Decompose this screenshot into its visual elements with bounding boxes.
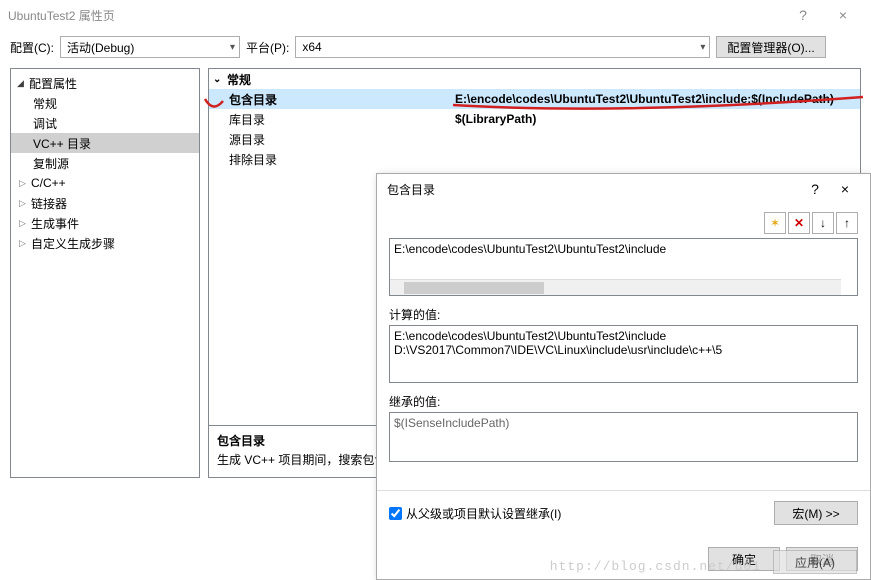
- config-combo[interactable]: 活动(Debug) ▾: [60, 36, 240, 58]
- new-folder-icon[interactable]: ✶: [764, 212, 786, 234]
- config-label: 配置(C):: [10, 39, 54, 56]
- tree-root[interactable]: 配置属性: [11, 73, 199, 93]
- inherited-values-box: $(ISenseIncludePath): [389, 412, 858, 462]
- close-icon[interactable]: ×: [830, 181, 860, 197]
- prop-label: 源目录: [209, 131, 455, 148]
- tree-item-debug[interactable]: 调试: [11, 113, 199, 133]
- tree-item-linker[interactable]: 链接器: [11, 193, 199, 213]
- tree-item-copysrc[interactable]: 复制源: [11, 153, 199, 173]
- app-footer: 应用(A): [773, 550, 857, 574]
- close-icon[interactable]: ×: [823, 7, 863, 23]
- prop-row-include[interactable]: 包含目录 E:\encode\codes\UbuntuTest2\UbuntuT…: [209, 89, 860, 109]
- computed-label: 计算的值:: [389, 306, 858, 323]
- editor-toolbar: ✶ ✕ ↓ ↑: [389, 212, 858, 234]
- window-titlebar: UbuntuTest2 属性页 ? ×: [0, 0, 871, 30]
- delete-icon[interactable]: ✕: [788, 212, 810, 234]
- tree-item-ccpp[interactable]: C/C++: [11, 173, 199, 193]
- config-value: 活动(Debug): [67, 39, 134, 56]
- prop-row-lib[interactable]: 库目录 $(LibraryPath): [209, 109, 860, 129]
- prop-label: 排除目录: [209, 151, 455, 168]
- section-title: 常规: [227, 71, 251, 88]
- computed-line: D:\VS2017\Common7\IDE\VC\Linux\include\u…: [394, 343, 853, 357]
- tree-label: 常规: [33, 95, 57, 112]
- inherited-label: 继承的值:: [389, 393, 858, 410]
- window-title: UbuntuTest2 属性页: [8, 7, 783, 24]
- prop-value: $(LibraryPath): [455, 112, 860, 126]
- triangle-closed-icon: [19, 218, 31, 229]
- tree-label: 生成事件: [31, 215, 79, 232]
- help-icon[interactable]: ?: [783, 7, 823, 23]
- triangle-open-icon: [17, 78, 29, 89]
- nav-tree: 配置属性 常规 调试 VC++ 目录 复制源 C/C++ 链接器 生成事件 自定…: [10, 68, 200, 478]
- platform-label: 平台(P):: [246, 39, 289, 56]
- dialog-footer-row: 从父级或项目默认设置继承(I) 宏(M) >>: [377, 490, 870, 535]
- tree-item-buildevents[interactable]: 生成事件: [11, 213, 199, 233]
- include-editor-dialog: 包含目录 ? × ✶ ✕ ↓ ↑ E:\encode\codes\UbuntuT…: [376, 173, 871, 580]
- section-header[interactable]: ⌄ 常规: [209, 69, 860, 89]
- config-toolbar: 配置(C): 活动(Debug) ▾ 平台(P): x64 ▾ 配置管理器(O)…: [0, 30, 871, 68]
- macros-button[interactable]: 宏(M) >>: [774, 501, 858, 525]
- inherit-checkbox-text: 从父级或项目默认设置继承(I): [406, 505, 561, 522]
- computed-line: E:\encode\codes\UbuntuTest2\UbuntuTest2\…: [394, 329, 853, 343]
- tree-label: 复制源: [33, 155, 69, 172]
- tree-item-general[interactable]: 常规: [11, 93, 199, 113]
- dialog-titlebar: 包含目录 ? ×: [377, 174, 870, 204]
- chevron-down-icon: ▾: [700, 42, 705, 53]
- tree-label: C/C++: [31, 176, 66, 190]
- tree-item-vcdirs[interactable]: VC++ 目录: [11, 133, 199, 153]
- triangle-closed-icon: [19, 198, 31, 209]
- tree-label: 自定义生成步骤: [31, 235, 115, 252]
- apply-button[interactable]: 应用(A): [773, 550, 857, 574]
- inherit-checkbox-label[interactable]: 从父级或项目默认设置继承(I): [389, 505, 766, 522]
- ok-button[interactable]: 确定: [708, 547, 780, 571]
- tree-root-label: 配置属性: [29, 75, 77, 92]
- prop-row-exclude[interactable]: 排除目录: [209, 149, 860, 169]
- platform-value: x64: [302, 40, 321, 54]
- computed-values-box: E:\encode\codes\UbuntuTest2\UbuntuTest2\…: [389, 325, 858, 383]
- dialog-body: ✶ ✕ ↓ ↑ E:\encode\codes\UbuntuTest2\Ubun…: [377, 204, 870, 470]
- arrow-up-icon[interactable]: ↑: [836, 212, 858, 234]
- prop-label: 包含目录: [209, 91, 455, 108]
- config-manager-button[interactable]: 配置管理器(O)...: [716, 36, 825, 58]
- tree-label: 调试: [33, 115, 57, 132]
- scrollbar-thumb[interactable]: [404, 282, 544, 294]
- tree-item-custombuild[interactable]: 自定义生成步骤: [11, 233, 199, 253]
- tree-label: 链接器: [31, 195, 67, 212]
- inherit-checkbox[interactable]: [389, 507, 402, 520]
- triangle-closed-icon: [19, 178, 31, 189]
- tree-label: VC++ 目录: [33, 135, 91, 152]
- h-scrollbar[interactable]: [390, 279, 841, 295]
- chevron-down-icon: ⌄: [213, 74, 227, 85]
- dialog-title: 包含目录: [387, 181, 800, 198]
- list-item[interactable]: E:\encode\codes\UbuntuTest2\UbuntuTest2\…: [394, 242, 853, 256]
- chevron-down-icon: ▾: [230, 42, 235, 53]
- inherited-line: $(ISenseIncludePath): [394, 416, 853, 430]
- prop-row-src[interactable]: 源目录: [209, 129, 860, 149]
- platform-combo[interactable]: x64 ▾: [295, 36, 710, 58]
- paths-listbox[interactable]: E:\encode\codes\UbuntuTest2\UbuntuTest2\…: [389, 238, 858, 296]
- help-icon[interactable]: ?: [800, 181, 830, 197]
- prop-label: 库目录: [209, 111, 455, 128]
- prop-value: E:\encode\codes\UbuntuTest2\UbuntuTest2\…: [455, 92, 860, 106]
- triangle-closed-icon: [19, 238, 31, 249]
- arrow-down-icon[interactable]: ↓: [812, 212, 834, 234]
